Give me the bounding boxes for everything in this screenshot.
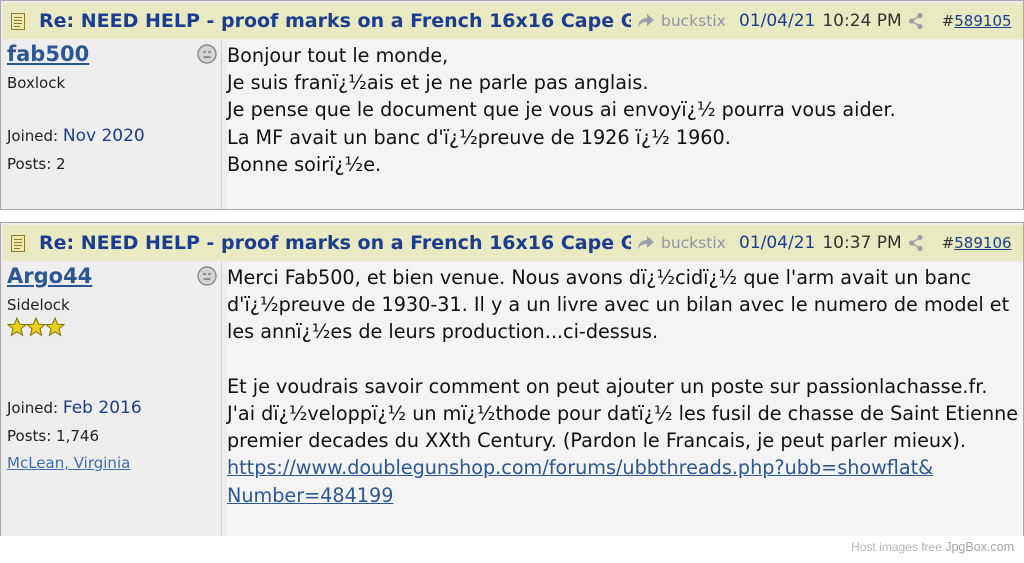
watermark-brand: JpgBox.com [945,540,1014,554]
host-watermark[interactable]: Host images free JpgBox.com [851,540,1014,554]
posts-label: Posts: [7,427,52,445]
star-icon [26,317,46,337]
reply-arrow-icon [637,11,657,31]
post-body: Merci Fab500, et bien venue. Nous avons … [227,262,1024,536]
watermark-text: Host images free [851,540,946,554]
user-rank: Sidelock [7,296,70,314]
post-body: Bonjour tout le monde, Je suis franï¿½ai… [227,40,1023,209]
joined-row: Joined: Feb 2016 [7,398,142,418]
post: Re: NEED HELP - proof marks on a French … [0,0,1024,210]
post-header: Re: NEED HELP - proof marks on a French … [3,225,1023,261]
post-line: Et je voudrais savoir comment on peut aj… [227,374,988,398]
star-icon [45,317,65,337]
post-hash: # [941,234,955,252]
user-location-link[interactable]: McLean, Virginia [7,454,130,472]
post-number-link[interactable]: 589106 [954,234,1011,252]
joined-date: Feb 2016 [62,398,142,418]
username-link[interactable]: fab500 [7,42,89,66]
post-line: Bonne soirï¿½e. [227,152,382,176]
post-line: premier decades du XXth Century. (Pardon… [227,429,966,453]
document-icon [11,12,25,30]
thread-url-link[interactable]: Number=484199 [227,482,1023,509]
post-header: Re: NEED HELP - proof marks on a French … [3,3,1023,39]
posts-count: 2 [56,155,66,173]
reply-to-author-link[interactable]: buckstix [661,12,739,30]
share-icon[interactable] [908,11,926,31]
post-line: d'ï¿½preuve de 1930-31. Il y a un livre … [227,293,1010,317]
post-time: 10:37 PM [822,233,902,253]
post-line [227,346,1023,373]
post-hash: # [941,12,955,30]
username-link[interactable]: Argo44 [7,264,92,288]
post: Re: NEED HELP - proof marks on a French … [0,222,1024,536]
posts-count: 1,746 [56,427,99,445]
post-date: 01/04/21 [739,233,816,253]
offline-status-icon [197,266,217,286]
joined-label: Joined: [7,399,59,417]
post-line: Bonjour tout le monde, [227,44,449,67]
document-icon [11,234,25,252]
user-sidebar: Argo44 Sidelock Joined: Feb 2016 Posts: … [3,262,222,536]
posts-count-row: Posts: 1,746 [7,427,99,445]
post-line: Merci Fab500, et bien venue. Nous avons … [227,266,972,289]
user-sidebar: fab500 Boxlock Joined: Nov 2020 Posts: 2 [3,40,222,209]
post-line: Je pense que le document que je vous ai … [227,98,896,122]
post-date: 01/04/21 [739,11,816,31]
post-line: les annï¿½es de leurs production...ci-de… [227,320,659,344]
reply-arrow-icon [637,233,657,253]
star-icon [7,317,27,337]
joined-label: Joined: [7,127,59,145]
post-line: La MF avait un banc d'ï¿½preuve de 1926 … [227,125,731,149]
post-subject-link[interactable]: Re: NEED HELP - proof marks on a French … [39,10,631,32]
post-line: Je suis franï¿½ais et je ne parle pas an… [227,71,649,95]
joined-row: Joined: Nov 2020 [7,126,145,146]
post-time: 10:24 PM [822,11,902,31]
rank-stars [7,317,65,337]
post-subject-link[interactable]: Re: NEED HELP - proof marks on a French … [39,232,631,254]
joined-date: Nov 2020 [62,126,145,146]
thread-url-link[interactable]: https://www.doublegunshop.com/forums/ubb… [227,454,1023,481]
offline-status-icon [197,44,217,64]
post-number-link[interactable]: 589105 [954,12,1011,30]
post-line: J'ai dï¿½veloppï¿½ un mï¿½thode pour dat… [227,401,1024,425]
reply-to-author-link[interactable]: buckstix [661,234,739,252]
posts-count-row: Posts: 2 [7,155,66,173]
share-icon[interactable] [908,233,926,253]
posts-label: Posts: [7,155,52,173]
user-rank: Boxlock [7,74,66,92]
